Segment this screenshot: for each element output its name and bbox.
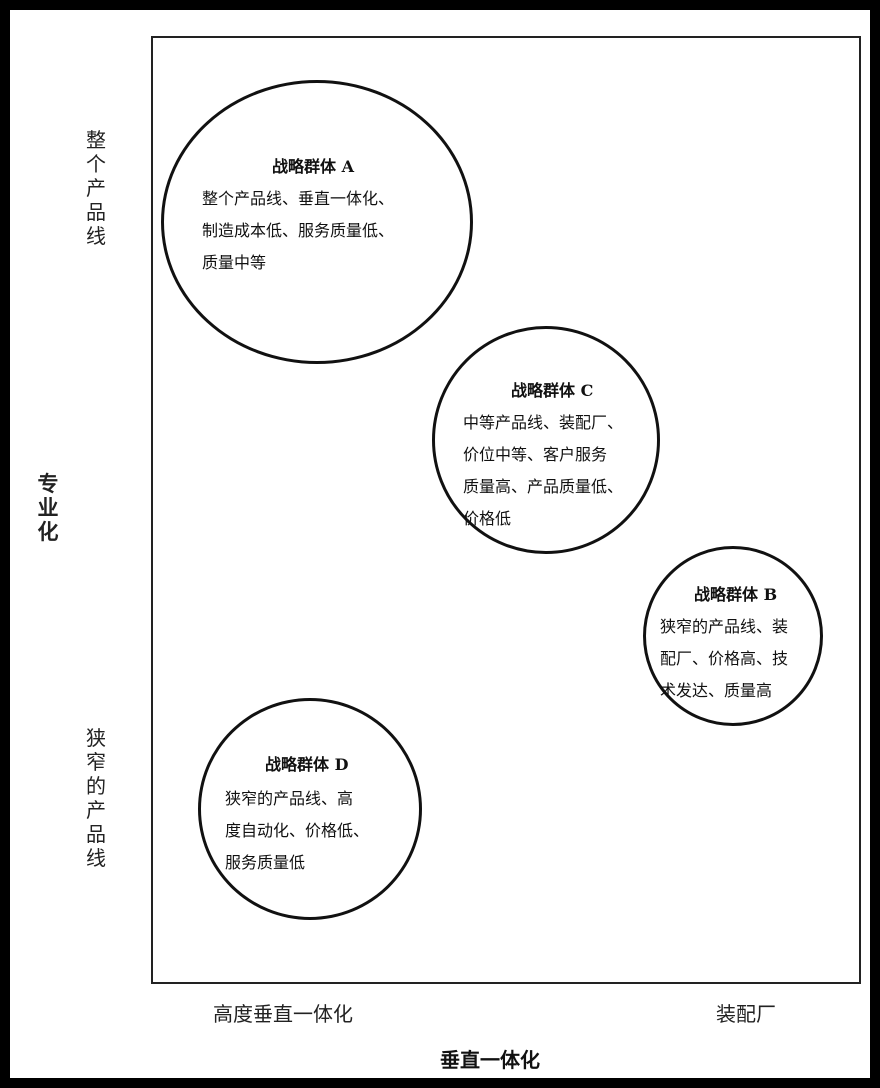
- group-d-line-3: 服务质量低: [225, 853, 306, 872]
- group-b-line-3: 术发达、质量高: [660, 681, 773, 700]
- x-left-tick-label: 高度垂直一体化: [213, 1002, 353, 1026]
- group-c-line-3: 质量高、产品质量低、: [463, 477, 624, 496]
- y-top-tick-label: 整个产品线: [86, 128, 106, 248]
- group-c-line-1: 中等产品线、装配厂、: [463, 413, 624, 432]
- group-d-title: 战略群体 D: [265, 755, 349, 774]
- group-a-title: 战略群体 A: [272, 157, 354, 176]
- group-a-line-3: 质量中等: [202, 253, 267, 272]
- x-right-tick-label: 装配厂: [716, 1002, 776, 1026]
- y-bottom-tick-label: 狭窄的产品线: [86, 726, 106, 870]
- diagram-canvas: 整个产品线 专业化 狭窄的产品线 高度垂直一体化 装配厂 垂直一体化 战略群体 …: [0, 0, 880, 1088]
- group-d-line-1: 狭窄的产品线、高: [225, 789, 354, 808]
- group-b-line-2: 配厂、价格高、技: [660, 649, 789, 668]
- group-c-circle: 战略群体 C 中等产品线、装配厂、 价位中等、客户服务 质量高、产品质量低、 价…: [432, 326, 660, 554]
- x-axis-label: 垂直一体化: [440, 1048, 540, 1072]
- group-d-circle: 战略群体 D 狭窄的产品线、高 度自动化、价格低、 服务质量低: [198, 698, 422, 920]
- group-b-line-1: 狭窄的产品线、装: [660, 617, 789, 636]
- y-axis-label: 专业化: [37, 471, 59, 544]
- group-a-line-2: 制造成本低、服务质量低、: [202, 221, 395, 240]
- group-b-circle: 战略群体 B 狭窄的产品线、装 配厂、价格高、技 术发达、质量高: [643, 546, 823, 726]
- group-c-title: 战略群体 C: [511, 381, 594, 400]
- group-c-line-4: 价格低: [463, 509, 512, 528]
- diagram-page: 整个产品线 专业化 狭窄的产品线 高度垂直一体化 装配厂 垂直一体化 战略群体 …: [10, 10, 870, 1078]
- group-c-line-2: 价位中等、客户服务: [463, 445, 608, 464]
- group-a-line-1: 整个产品线、垂直一体化、: [202, 189, 395, 208]
- group-b-title: 战略群体 B: [694, 585, 778, 604]
- group-d-line-2: 度自动化、价格低、: [225, 821, 370, 840]
- group-a-circle: 战略群体 A 整个产品线、垂直一体化、 制造成本低、服务质量低、 质量中等: [161, 80, 473, 364]
